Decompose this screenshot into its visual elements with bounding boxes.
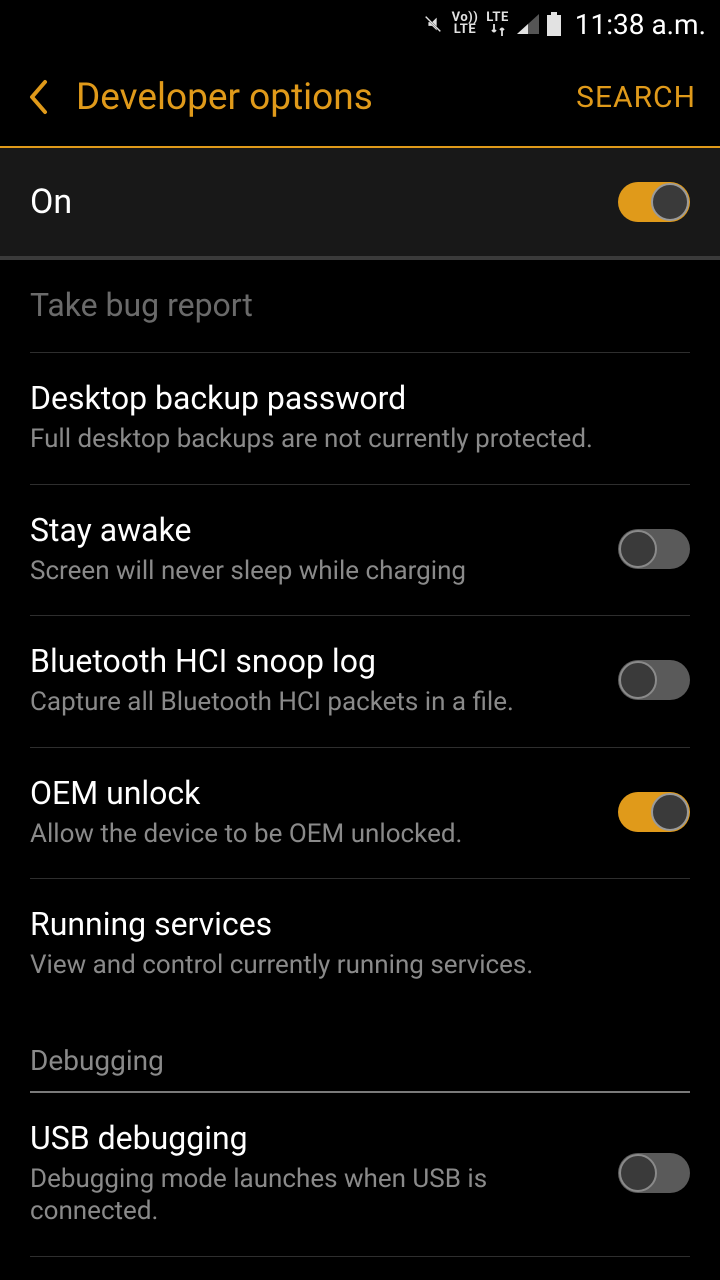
- item-title: OEM unlock: [30, 774, 598, 812]
- item-usb-debugging[interactable]: USB debugging Debugging mode launches wh…: [30, 1093, 690, 1257]
- toggle-stay-awake[interactable]: [618, 529, 690, 569]
- item-subtitle: Debugging mode launches when USB is conn…: [30, 1163, 598, 1228]
- item-subtitle: Capture all Bluetooth HCI packets in a f…: [30, 686, 598, 719]
- debugging-list: USB debugging Debugging mode launches wh…: [0, 1093, 720, 1257]
- item-subtitle: Full desktop backups are not currently p…: [30, 423, 690, 456]
- item-take-bug-report[interactable]: Take bug report: [30, 260, 690, 353]
- toggle-oem-unlock[interactable]: [618, 792, 690, 832]
- back-button[interactable]: [24, 75, 52, 119]
- app-header: Developer options SEARCH: [0, 48, 720, 148]
- section-label: Debugging: [30, 1044, 690, 1077]
- mute-icon: [422, 13, 444, 35]
- signal-icon: [517, 14, 539, 34]
- item-subtitle: Allow the device to be OEM unlocked.: [30, 818, 598, 851]
- item-title: Desktop backup password: [30, 379, 690, 417]
- item-running-services[interactable]: Running services View and control curren…: [30, 879, 690, 1010]
- item-bluetooth-hci-snoop[interactable]: Bluetooth HCI snoop log Capture all Blue…: [30, 616, 690, 748]
- status-time: 11:38 a.m.: [575, 8, 706, 41]
- item-subtitle: View and control currently running servi…: [30, 949, 690, 982]
- settings-list: Take bug report Desktop backup password …: [0, 260, 720, 1010]
- item-title: Running services: [30, 905, 690, 943]
- master-toggle-row[interactable]: On: [0, 148, 720, 260]
- volte-icon: Vo)) LTE: [452, 12, 479, 36]
- item-title: Bluetooth HCI snoop log: [30, 642, 598, 680]
- item-subtitle: Screen will never sleep while charging: [30, 555, 598, 588]
- item-title: Stay awake: [30, 511, 598, 549]
- item-title: Take bug report: [30, 286, 690, 324]
- item-title: USB debugging: [30, 1119, 598, 1157]
- item-stay-awake[interactable]: Stay awake Screen will never sleep while…: [30, 485, 690, 617]
- toggle-bluetooth-hci[interactable]: [618, 660, 690, 700]
- status-bar: Vo)) LTE LTE 11:38 a.m.: [0, 0, 720, 48]
- search-button[interactable]: SEARCH: [576, 80, 696, 115]
- item-oem-unlock[interactable]: OEM unlock Allow the device to be OEM un…: [30, 748, 690, 880]
- item-desktop-backup-password[interactable]: Desktop backup password Full desktop bac…: [30, 353, 690, 485]
- master-toggle-label: On: [30, 182, 598, 222]
- master-toggle-switch[interactable]: [618, 182, 690, 222]
- toggle-usb-debugging[interactable]: [618, 1153, 690, 1193]
- lte-icon: LTE: [486, 12, 508, 36]
- page-title: Developer options: [76, 76, 552, 119]
- battery-icon: [547, 12, 561, 36]
- section-debugging: Debugging: [30, 1010, 690, 1093]
